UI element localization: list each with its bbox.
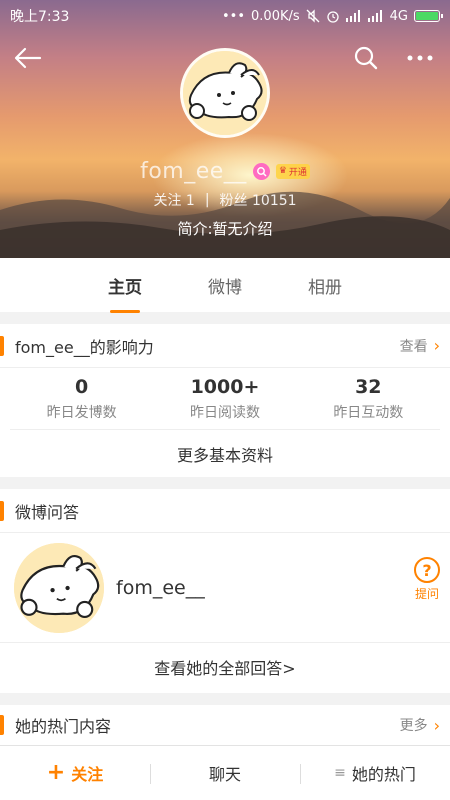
hot-menu-label: 她的热门 xyxy=(351,765,416,784)
chat-label: 聊天 xyxy=(208,765,241,784)
hot-menu-button[interactable]: ≡ 她的热门 xyxy=(300,746,450,800)
back-button[interactable] xyxy=(10,40,46,76)
battery-icon xyxy=(414,10,443,22)
username: fom_ee__ xyxy=(140,158,247,184)
stat-value: 32 xyxy=(355,375,382,398)
more-basic-info-button[interactable]: 更多基本资料 xyxy=(0,430,450,477)
section-accent-bar xyxy=(0,500,4,521)
following-stat[interactable]: 关注 1 xyxy=(153,190,194,210)
alarm-icon xyxy=(326,9,340,23)
following-count: 1 xyxy=(185,193,195,209)
username-row: fom_ee__ ♛ 开通 xyxy=(0,158,450,184)
stat-posts-yesterday: 0 昨日发博数 xyxy=(12,376,152,422)
follow-button[interactable]: + 关注 xyxy=(0,746,150,800)
question-icon: ? xyxy=(414,557,440,583)
plus-icon: + xyxy=(46,760,66,785)
signal-icon xyxy=(345,10,362,22)
qa-username: fom_ee__ xyxy=(116,576,205,599)
chat-button[interactable]: 聊天 xyxy=(150,746,300,800)
fans-count: 10151 xyxy=(252,193,297,209)
back-arrow-icon xyxy=(14,47,42,69)
view-all-answers-button[interactable]: 查看她的全部回答> xyxy=(0,643,450,691)
vip-badge[interactable]: ♛ 开通 xyxy=(275,163,310,179)
hot-title: 她的热门内容 xyxy=(15,717,112,736)
dots-icon: ••• xyxy=(222,8,246,24)
following-label: 关注 xyxy=(153,193,182,209)
stats-divider: | xyxy=(204,192,210,208)
influence-view-link[interactable]: 查看 › xyxy=(400,336,440,356)
stat-value: 1000+ xyxy=(190,375,260,398)
follow-stats: 关注 1 | 粉丝 10151 xyxy=(0,190,450,210)
hot-more-label: 更多 xyxy=(399,718,428,734)
influence-title: fom_ee__的影响力 xyxy=(15,337,154,357)
ask-question-button[interactable]: ? 提问 xyxy=(414,557,440,602)
more-dots-icon xyxy=(407,55,433,61)
chevron-right-icon: › xyxy=(433,336,440,355)
avatar-bunny-image xyxy=(183,51,267,135)
stat-interactions-yesterday: 32 昨日互动数 xyxy=(298,376,438,422)
network-speed: 0.00K/s xyxy=(251,8,300,24)
bottom-action-bar: + 关注 聊天 ≡ 她的热门 xyxy=(0,745,450,800)
fans-label: 粉丝 xyxy=(219,193,248,209)
status-bar: 晚上7:33 ••• 0.00K/s 4G xyxy=(0,0,450,32)
tab-home[interactable]: 主页 xyxy=(104,273,146,298)
qa-avatar[interactable] xyxy=(14,542,104,633)
stat-label: 昨日阅读数 xyxy=(189,404,260,421)
vip-badge-label: 开通 xyxy=(288,167,307,178)
status-time: 晚上7:33 xyxy=(10,9,70,25)
more-button[interactable] xyxy=(402,40,438,76)
signal-icon-2 xyxy=(367,10,384,22)
section-accent-bar xyxy=(0,715,4,735)
follow-label: 关注 xyxy=(71,765,104,784)
tab-album[interactable]: 相册 xyxy=(304,273,346,298)
qa-title: 微博问答 xyxy=(15,502,80,522)
fans-stat[interactable]: 粉丝 10151 xyxy=(220,190,297,210)
network-type: 4G xyxy=(389,8,408,24)
section-accent-bar xyxy=(0,335,4,356)
ask-label: 提问 xyxy=(414,587,439,601)
hot-more-link[interactable]: 更多 › xyxy=(400,715,440,735)
qa-card: 微博问答 fom_ee__ ? 提问 查看她的全部回答> xyxy=(0,489,450,693)
avatar-bunny-image xyxy=(14,542,104,633)
profile-header: 晚上7:33 ••• 0.00K/s 4G fom_ee__ ♛ 开通 关注 1… xyxy=(0,0,450,258)
verified-search-icon[interactable] xyxy=(252,162,270,180)
bio: 简介:暂无介绍 xyxy=(177,220,273,238)
tab-weibo[interactable]: 微博 xyxy=(204,273,246,298)
search-icon xyxy=(354,46,378,70)
hot-content-card: 她的热门内容 更多 › xyxy=(0,705,450,745)
search-button[interactable] xyxy=(348,40,384,76)
stat-label: 昨日发博数 xyxy=(46,404,117,421)
qa-user-row[interactable]: fom_ee__ ? 提问 xyxy=(0,533,450,643)
crown-icon: ♛ xyxy=(278,166,287,176)
stat-value: 0 xyxy=(75,375,89,398)
stat-label: 昨日互动数 xyxy=(333,404,404,421)
avatar[interactable] xyxy=(180,48,270,138)
influence-view-label: 查看 xyxy=(399,338,428,355)
menu-icon: ≡ xyxy=(334,765,346,781)
mute-icon xyxy=(306,9,320,23)
profile-tabs: 主页 微博 相册 xyxy=(0,258,450,312)
chevron-right-icon: › xyxy=(433,715,440,735)
stat-reads-yesterday: 1000+ 昨日阅读数 xyxy=(155,376,295,422)
influence-card: fom_ee__的影响力 查看 › 0 昨日发博数 1000+ 昨日阅读数 32… xyxy=(0,324,450,477)
